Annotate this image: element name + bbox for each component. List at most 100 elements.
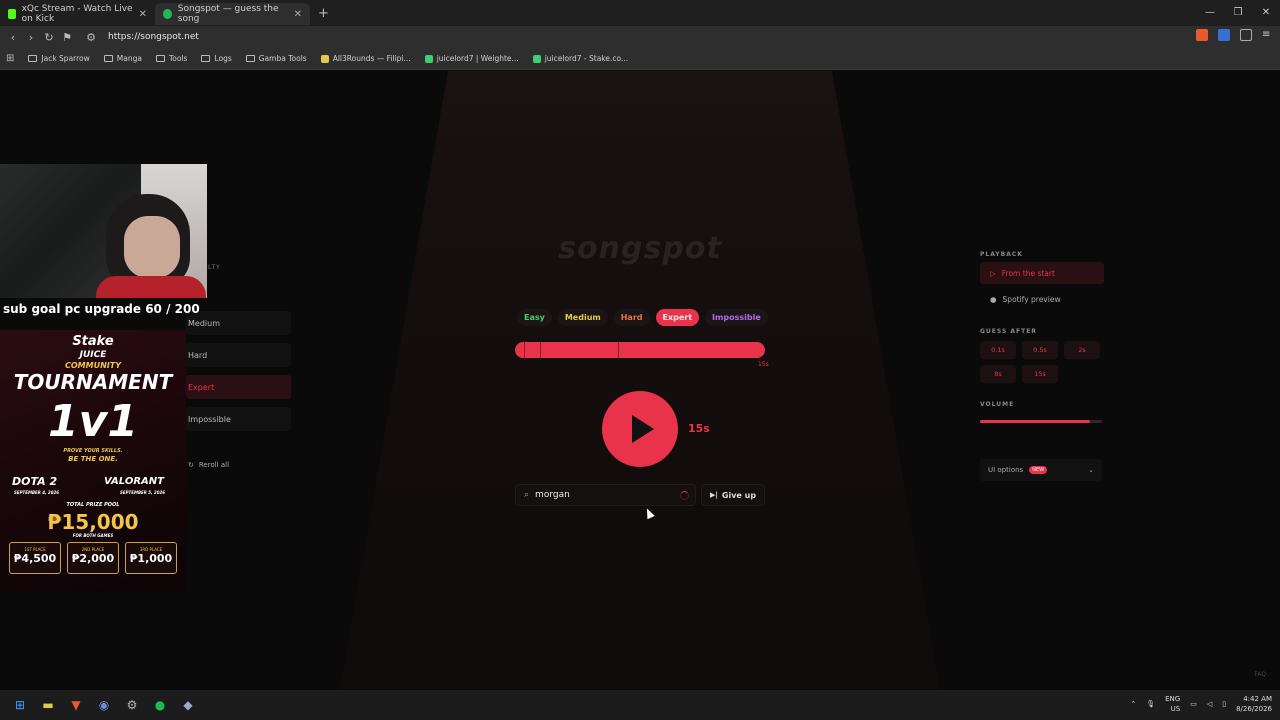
panel-difficulty-expert[interactable]: Expert <box>186 375 291 399</box>
bookmark-item[interactable]: Tools <box>155 54 187 63</box>
playback-spotify-preview[interactable]: ● Spotify preview <box>980 288 1104 310</box>
ad-pool: ₱15,000 <box>47 510 139 534</box>
difficulty-easy[interactable]: Easy <box>517 309 552 326</box>
puzzle-icon[interactable] <box>1240 29 1252 41</box>
progress-end-label: 15s <box>758 361 769 368</box>
brave-shield-icon[interactable] <box>1196 29 1208 41</box>
bookmark-item[interactable]: Logs <box>201 54 232 63</box>
guess-after-chip[interactable]: 15s <box>1022 365 1058 383</box>
guess-after-chip[interactable]: 0.1s <box>980 341 1016 359</box>
difficulty-impossible[interactable]: Impossible <box>705 309 768 326</box>
prize-box: 1ST PLACE ₱4,500 <box>9 542 61 574</box>
ad-line1: JUICE <box>79 350 107 360</box>
difficulty-expert[interactable]: Expert <box>655 309 700 326</box>
forward-icon[interactable]: › <box>22 31 40 44</box>
battery-icon[interactable]: ▯ <box>1222 700 1226 708</box>
prize-box: 3RD PLACE ₱1,000 <box>125 542 177 574</box>
system-tray: ⌃ 🎙 ENG US ▭ ◁ ▯ 4:42 AM 8/26/2026 <box>1130 694 1272 714</box>
ad-line3: TOURNAMENT <box>13 370 173 394</box>
bookmark-item[interactable]: juicelord7 - Stake.co... <box>532 54 628 63</box>
ad-tagline2: BE THE ONE. <box>68 455 118 463</box>
panel-difficulty-medium[interactable]: Medium <box>186 311 291 335</box>
songspot-icon <box>163 9 172 19</box>
faq-link[interactable]: FAQ <box>1254 671 1266 678</box>
new-tab-icon[interactable]: + <box>318 6 329 21</box>
site-icon <box>320 54 329 63</box>
spotify-icon[interactable]: ● <box>146 691 174 719</box>
webcam-overlay <box>0 164 207 298</box>
guess-after-chip[interactable]: 2s <box>1064 341 1100 359</box>
sub-goal-text: sub goal pc upgrade 60 / 200 <box>3 302 200 316</box>
tournament-ad: Stake JUICE COMMUNITY TOURNAMENT 1v1 PRO… <box>0 330 186 592</box>
back-icon[interactable]: ‹ <box>4 31 22 44</box>
restore-icon[interactable]: ❐ <box>1224 7 1252 18</box>
bookmark-item[interactable]: All3Rounds — Filipi... <box>320 54 411 63</box>
bookmark-item[interactable]: Jack Sparrow <box>28 54 90 63</box>
microphone-icon[interactable]: 🎙 <box>1146 700 1155 708</box>
discord-icon[interactable]: ◉ <box>90 691 118 719</box>
tab-songspot[interactable]: Songspot — guess the song ✕ <box>155 3 310 25</box>
volume-fill <box>980 420 1090 423</box>
ad-tagline1: PROVE YOUR SKILLS. <box>63 448 123 454</box>
volume-heading: VOLUME <box>980 401 1015 408</box>
difficulty-hard[interactable]: Hard <box>613 309 650 326</box>
chevron-up-icon[interactable]: ⌃ <box>1130 700 1136 708</box>
panel-difficulty-impossible[interactable]: Impossible <box>186 407 291 431</box>
playback-from-start[interactable]: ▷ From the start <box>980 262 1104 284</box>
give-up-button[interactable]: ▶| Give up <box>701 484 765 506</box>
site-info-icon[interactable]: ⚙ <box>82 31 100 44</box>
guess-input[interactable] <box>535 490 666 500</box>
reload-icon[interactable]: ↻ <box>40 31 58 44</box>
bookmark-item[interactable]: juicelord7 | Weighte... <box>424 54 519 63</box>
file-explorer-icon[interactable]: ▬ <box>34 691 62 719</box>
difficulty-medium[interactable]: Medium <box>557 309 608 326</box>
guess-after-heading: GUESS AFTER <box>980 328 1037 335</box>
play-button[interactable] <box>602 391 678 467</box>
panel-difficulty-hard[interactable]: Hard <box>186 343 291 367</box>
network-icon[interactable]: ▭ <box>1190 700 1197 708</box>
guess-after-chip[interactable]: 0.5s <box>1022 341 1058 359</box>
bookmark-item[interactable]: Gamba Tools <box>245 54 307 63</box>
ad-pool-note: FOR BOTH GAMES <box>72 533 114 538</box>
close-tab-icon[interactable]: ✕ <box>294 9 302 20</box>
ad-line2: COMMUNITY <box>64 361 121 370</box>
chevron-down-icon: ⌄ <box>1088 466 1094 474</box>
playback-progress-bar[interactable] <box>515 342 765 358</box>
webcam-shirt <box>96 276 206 298</box>
reroll-all-button[interactable]: ↻ Reroll all <box>188 461 229 469</box>
url-field[interactable]: https://songspot.net <box>108 32 199 42</box>
settings-panel: PLAYBACK ▷ From the start ● Spotify prev… <box>980 251 1104 481</box>
volume-slider[interactable] <box>980 420 1102 423</box>
play-outline-icon: ▷ <box>990 268 996 278</box>
tab-kick[interactable]: xQc Stream - Watch Live on Kick ✕ <box>0 3 155 25</box>
ad-brand: Stake <box>72 334 114 349</box>
site-icon <box>532 54 541 63</box>
folder-icon <box>245 55 255 62</box>
tab-bar: xQc Stream - Watch Live on Kick ✕ Songsp… <box>0 0 1280 26</box>
menu-icon[interactable]: ≡ <box>1262 29 1274 41</box>
difficulty-selector: Easy Medium Hard Expert Impossible <box>517 309 768 326</box>
minimize-icon[interactable]: — <box>1196 7 1224 18</box>
guess-search-box: ⌕ <box>515 484 696 506</box>
volume-icon[interactable]: ◁ <box>1207 700 1212 708</box>
clock[interactable]: 4:42 AM 8/26/2026 <box>1236 694 1272 714</box>
extension-icon[interactable] <box>1218 29 1230 41</box>
settings-gear-icon[interactable]: ⚙ <box>118 691 146 719</box>
steam-icon[interactable]: ◆ <box>174 691 202 719</box>
progress-tick <box>524 342 525 358</box>
webcam-face <box>124 216 180 278</box>
brave-browser-icon[interactable]: ▼ <box>62 691 90 719</box>
guess-after-chip[interactable]: 8s <box>980 365 1016 383</box>
language-indicator[interactable]: ENG US <box>1165 694 1180 714</box>
close-window-icon[interactable]: ✕ <box>1252 7 1280 18</box>
timer-label: 15s <box>688 422 710 435</box>
ad-game2: VALORANT <box>104 476 164 487</box>
windows-start-icon[interactable]: ⊞ <box>6 691 34 719</box>
close-tab-icon[interactable]: ✕ <box>139 9 147 20</box>
bookmark-item[interactable]: Manga <box>103 54 142 63</box>
apps-grid-icon[interactable]: ⊞ <box>6 53 14 64</box>
ui-options-dropdown[interactable]: UI options NEW ⌄ <box>980 459 1102 481</box>
bookmark-icon[interactable]: ⚑ <box>58 31 76 44</box>
folder-icon <box>155 55 165 62</box>
folder-icon <box>28 55 38 62</box>
